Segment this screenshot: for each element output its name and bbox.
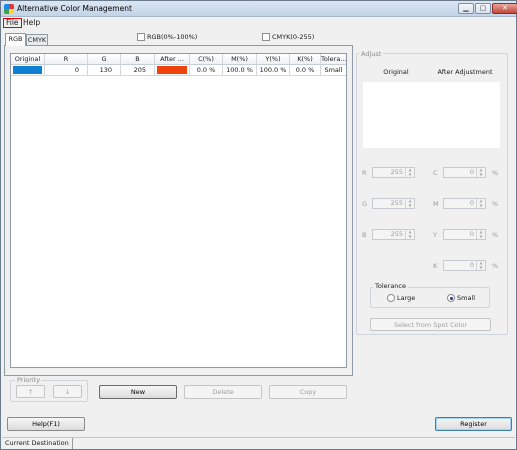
label-c: C bbox=[433, 169, 438, 177]
maximize-button[interactable]: ▢ bbox=[475, 3, 491, 14]
spin-arrows-icon[interactable]: ▲ ▼ bbox=[476, 198, 485, 208]
spin-c[interactable]: 0 ▲ ▼ bbox=[443, 167, 486, 178]
cell-y: 100.0 % bbox=[257, 65, 290, 76]
tolerance-large-radio[interactable]: Large bbox=[387, 294, 415, 303]
spin-arrows-icon[interactable]: ▲ ▼ bbox=[405, 198, 414, 208]
after-color-cell bbox=[155, 65, 190, 76]
cell-b: 205 bbox=[121, 65, 155, 76]
new-button[interactable]: New bbox=[99, 385, 177, 399]
tab-rgb[interactable]: RGB bbox=[5, 33, 26, 46]
menu-bar: File Help bbox=[1, 17, 516, 29]
spin-m[interactable]: 0 ▲ ▼ bbox=[443, 198, 486, 209]
select-spot-color-button[interactable]: Select from Spot Color bbox=[370, 318, 491, 331]
label-y: Y bbox=[433, 231, 437, 239]
minimize-button[interactable]: ▁ bbox=[458, 3, 474, 14]
adjust-after-label: After Adjustment bbox=[437, 68, 493, 76]
tolerance-small-radio[interactable]: Small bbox=[447, 294, 475, 303]
priority-up-button[interactable]: ↑ bbox=[16, 385, 45, 398]
table-row[interactable]: 0 130 205 0.0 % 100.0 % 100.0 % 0.0 % Sm… bbox=[11, 65, 346, 76]
col-c[interactable]: C(%) bbox=[190, 54, 223, 65]
label-m: M bbox=[433, 200, 439, 208]
spin-c-value: 0 bbox=[469, 168, 474, 176]
unit-k: % bbox=[492, 262, 499, 270]
spin-g-value: 255 bbox=[390, 199, 403, 207]
spin-r-value: 255 bbox=[390, 168, 403, 176]
close-button[interactable]: ✕ bbox=[492, 3, 517, 14]
label-r: R bbox=[362, 169, 367, 177]
spin-m-value: 0 bbox=[469, 199, 474, 207]
register-button[interactable]: Register bbox=[435, 417, 512, 431]
spin-y-value: 0 bbox=[469, 230, 474, 238]
adjust-legend: Adjust bbox=[359, 50, 384, 58]
window-title: Alternative Color Management bbox=[17, 4, 132, 13]
cmyk-range-checkbox[interactable] bbox=[262, 33, 270, 41]
label-g: G bbox=[362, 200, 368, 208]
cell-r: 0 bbox=[45, 65, 88, 76]
adjust-original-label: Original bbox=[383, 68, 409, 76]
help-button[interactable]: Help(F1) bbox=[7, 417, 85, 431]
col-g[interactable]: G bbox=[88, 54, 121, 65]
menu-file[interactable]: File bbox=[3, 18, 22, 28]
delete-button[interactable]: Delete bbox=[184, 385, 262, 399]
col-m[interactable]: M(%) bbox=[223, 54, 257, 65]
cell-tolerance: Small bbox=[321, 65, 346, 76]
rgb-percent-checkbox[interactable] bbox=[137, 33, 145, 41]
tolerance-large-label: Large bbox=[397, 294, 416, 302]
spin-r[interactable]: 255 ▲ ▼ bbox=[372, 167, 415, 178]
cmyk-range-option[interactable]: CMYK(0-255) bbox=[262, 33, 314, 42]
cell-c: 0.0 % bbox=[190, 65, 223, 76]
cell-m: 100.0 % bbox=[223, 65, 257, 76]
col-after[interactable]: After ... bbox=[155, 54, 190, 65]
spin-k-value: 0 bbox=[469, 261, 474, 269]
radio-large-icon[interactable] bbox=[387, 294, 395, 302]
menu-help[interactable]: Help bbox=[21, 18, 42, 28]
col-b[interactable]: B bbox=[121, 54, 155, 65]
unit-m: % bbox=[492, 200, 499, 208]
title-bar: Alternative Color Management ▁ ▢ ✕ bbox=[1, 1, 517, 17]
current-destination-label: Current Destination bbox=[2, 438, 73, 449]
radio-small-icon[interactable] bbox=[447, 294, 455, 302]
label-b: B bbox=[362, 231, 367, 239]
color-table: Original R G B After ... C(%) M(%) Y(%) … bbox=[10, 53, 347, 368]
table-header: Original R G B After ... C(%) M(%) Y(%) … bbox=[11, 54, 346, 65]
col-y[interactable]: Y(%) bbox=[257, 54, 290, 65]
rgb-percent-option[interactable]: RGB(0%-100%) bbox=[137, 33, 197, 42]
main-window: Alternative Color Management ▁ ▢ ✕ File … bbox=[0, 0, 517, 450]
spin-y[interactable]: 0 ▲ ▼ bbox=[443, 229, 486, 240]
cell-g: 130 bbox=[88, 65, 121, 76]
col-tolerance[interactable]: Tolera... bbox=[321, 54, 346, 65]
label-k: K bbox=[433, 262, 438, 270]
col-original[interactable]: Original bbox=[11, 54, 45, 65]
spin-b-value: 255 bbox=[390, 230, 403, 238]
copy-button[interactable]: Copy bbox=[269, 385, 347, 399]
unit-y: % bbox=[492, 231, 499, 239]
cmyk-range-label: CMYK(0-255) bbox=[272, 33, 315, 41]
priority-down-button[interactable]: ↓ bbox=[53, 385, 82, 398]
unit-c: % bbox=[492, 169, 499, 177]
spin-arrows-icon[interactable]: ▲ ▼ bbox=[476, 167, 485, 177]
spin-arrows-icon[interactable]: ▲ ▼ bbox=[405, 167, 414, 177]
spin-k[interactable]: 0 ▲ ▼ bbox=[443, 260, 486, 271]
spin-g[interactable]: 255 ▲ ▼ bbox=[372, 198, 415, 209]
spin-arrows-icon[interactable]: ▲ ▼ bbox=[476, 229, 485, 239]
original-swatch bbox=[13, 66, 42, 74]
app-color-icon bbox=[4, 4, 14, 14]
tolerance-small-label: Small bbox=[457, 294, 476, 302]
status-bar: Current Destination bbox=[2, 437, 515, 449]
rgb-percent-label: RGB(0%-100%) bbox=[147, 33, 198, 41]
tolerance-legend: Tolerance bbox=[373, 282, 408, 290]
original-color-cell bbox=[11, 65, 45, 76]
spin-arrows-icon[interactable]: ▲ ▼ bbox=[405, 229, 414, 239]
spin-arrows-icon[interactable]: ▲ ▼ bbox=[476, 260, 485, 270]
after-swatch bbox=[157, 66, 187, 74]
cell-k: 0.0 % bbox=[290, 65, 321, 76]
spin-b[interactable]: 255 ▲ ▼ bbox=[372, 229, 415, 240]
col-k[interactable]: K(%) bbox=[290, 54, 321, 65]
priority-legend: Priority bbox=[15, 376, 43, 384]
color-preview bbox=[363, 82, 500, 148]
col-r[interactable]: R bbox=[45, 54, 88, 65]
